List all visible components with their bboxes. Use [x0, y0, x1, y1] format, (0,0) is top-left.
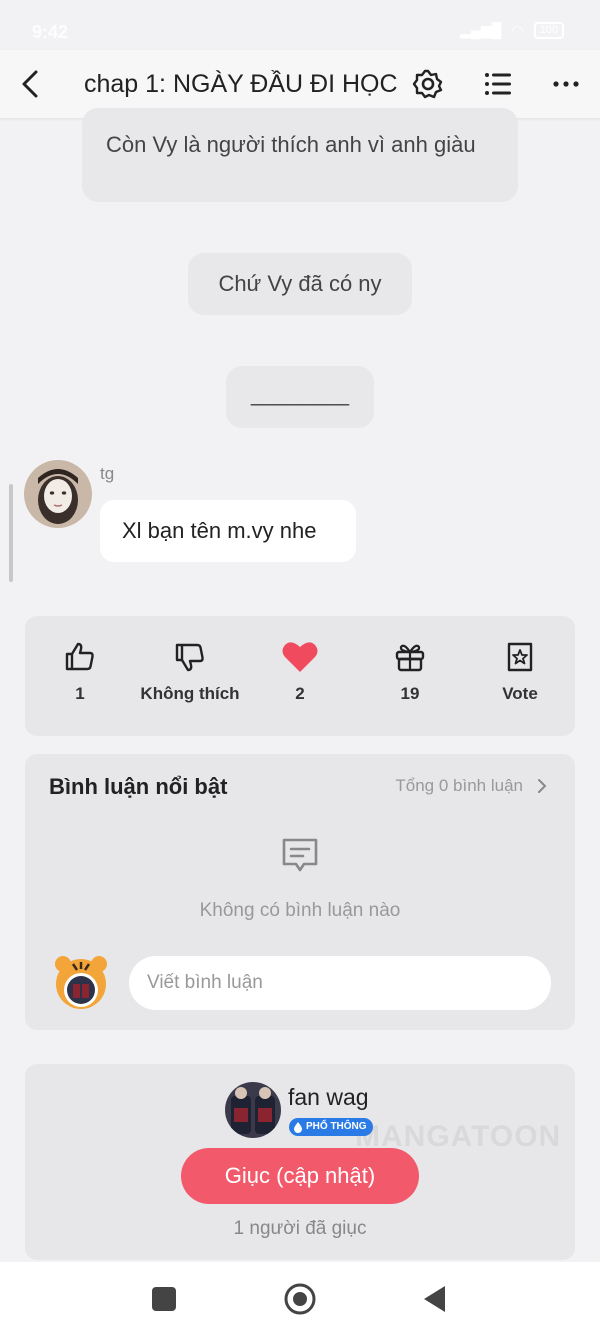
- back-arrow-icon: [22, 70, 38, 98]
- author-name: tg: [100, 464, 115, 483]
- gear-icon: [412, 69, 443, 99]
- home-circle-icon: [284, 1283, 316, 1315]
- comment-input[interactable]: Viết bình luận: [129, 956, 551, 1010]
- vote-icon: [507, 642, 533, 672]
- back-button[interactable]: [14, 66, 50, 102]
- settings-button[interactable]: [410, 66, 446, 102]
- heart-button[interactable]: 2: [245, 640, 355, 704]
- list-icon: [485, 73, 511, 95]
- badge-label: PHỔ THÔNG: [306, 1121, 367, 1132]
- avatar[interactable]: [225, 1082, 281, 1138]
- status-time: 9:42: [32, 22, 69, 42]
- fan-avatar-image: [225, 1082, 281, 1138]
- story-bubble: Chứ Vy đã có ny: [188, 253, 412, 315]
- chapter-list-button[interactable]: [480, 66, 516, 102]
- comment-icon: [282, 838, 318, 872]
- comments-total: Tổng 0 bình luận: [395, 776, 523, 795]
- avatar[interactable]: [24, 460, 92, 528]
- author-message: Xl bạn tên m.vy nhe: [100, 500, 356, 562]
- square-icon: [152, 1287, 176, 1311]
- vote-button[interactable]: Vote: [465, 640, 575, 704]
- battery-icon: 100: [533, 22, 564, 39]
- status-icons: ▂▄▆█ ◠ 100: [460, 22, 564, 39]
- dislike-button[interactable]: Không thích: [135, 640, 245, 704]
- story-bubble: ________: [226, 366, 374, 428]
- gift-count: 19: [400, 684, 420, 703]
- home-button[interactable]: [283, 1282, 317, 1316]
- more-dots-icon: [553, 81, 579, 87]
- dislike-label: Không thích: [140, 684, 240, 703]
- comments-empty-text: Không có bình luận nào: [199, 900, 401, 921]
- reaction-bar: 1 Không thích 2 19 Vote: [25, 616, 575, 736]
- scrollbar[interactable]: [9, 484, 13, 582]
- like-count: 1: [75, 684, 85, 703]
- system-back-button[interactable]: [418, 1282, 452, 1316]
- like-button[interactable]: 1: [25, 640, 135, 704]
- back-triangle-icon: [424, 1286, 445, 1312]
- thumbs-down-icon: [175, 643, 204, 672]
- vote-label: Vote: [502, 684, 538, 703]
- urge-count: 1 người đã giục: [233, 1218, 367, 1239]
- author-name: fan wag: [288, 1084, 369, 1110]
- urge-update-button[interactable]: Giục (cập nhật): [181, 1148, 419, 1204]
- comments-title: Bình luận nổi bật: [49, 774, 228, 799]
- more-options-button[interactable]: [548, 66, 584, 102]
- avatar[interactable]: [51, 952, 111, 1012]
- heart-icon: [282, 642, 318, 672]
- status-badge: PHỔ THÔNG: [289, 1118, 373, 1136]
- comments-total-link[interactable]: Tổng 0 bình luận: [395, 776, 547, 796]
- comments-section: Bình luận nổi bật Tổng 0 bình luận Không…: [25, 754, 575, 1030]
- recent-apps-button[interactable]: [147, 1282, 181, 1316]
- system-nav-bar: [0, 1262, 600, 1333]
- author-card: MANGATOON fan wag PHỔ THÔNG Giục (cập nh…: [25, 1064, 575, 1260]
- gift-button[interactable]: 19: [355, 640, 465, 704]
- signal-icon: ▂▄▆█: [460, 22, 502, 38]
- thumbs-up-icon: [65, 642, 94, 671]
- chapter-title: chap 1: NGÀY ĐẦU ĐI HỌC: [84, 70, 398, 98]
- story-bubble: Còn Vy là người thích anh vì anh giàu: [82, 108, 518, 202]
- character-avatar-image: [24, 460, 92, 528]
- heart-count: 2: [295, 684, 305, 703]
- drop-icon: [294, 1122, 302, 1133]
- tiger-avatar-icon: [55, 956, 107, 1009]
- wifi-icon: ◠: [511, 22, 524, 38]
- gift-icon: [395, 644, 425, 672]
- chevron-right-icon: [538, 779, 547, 793]
